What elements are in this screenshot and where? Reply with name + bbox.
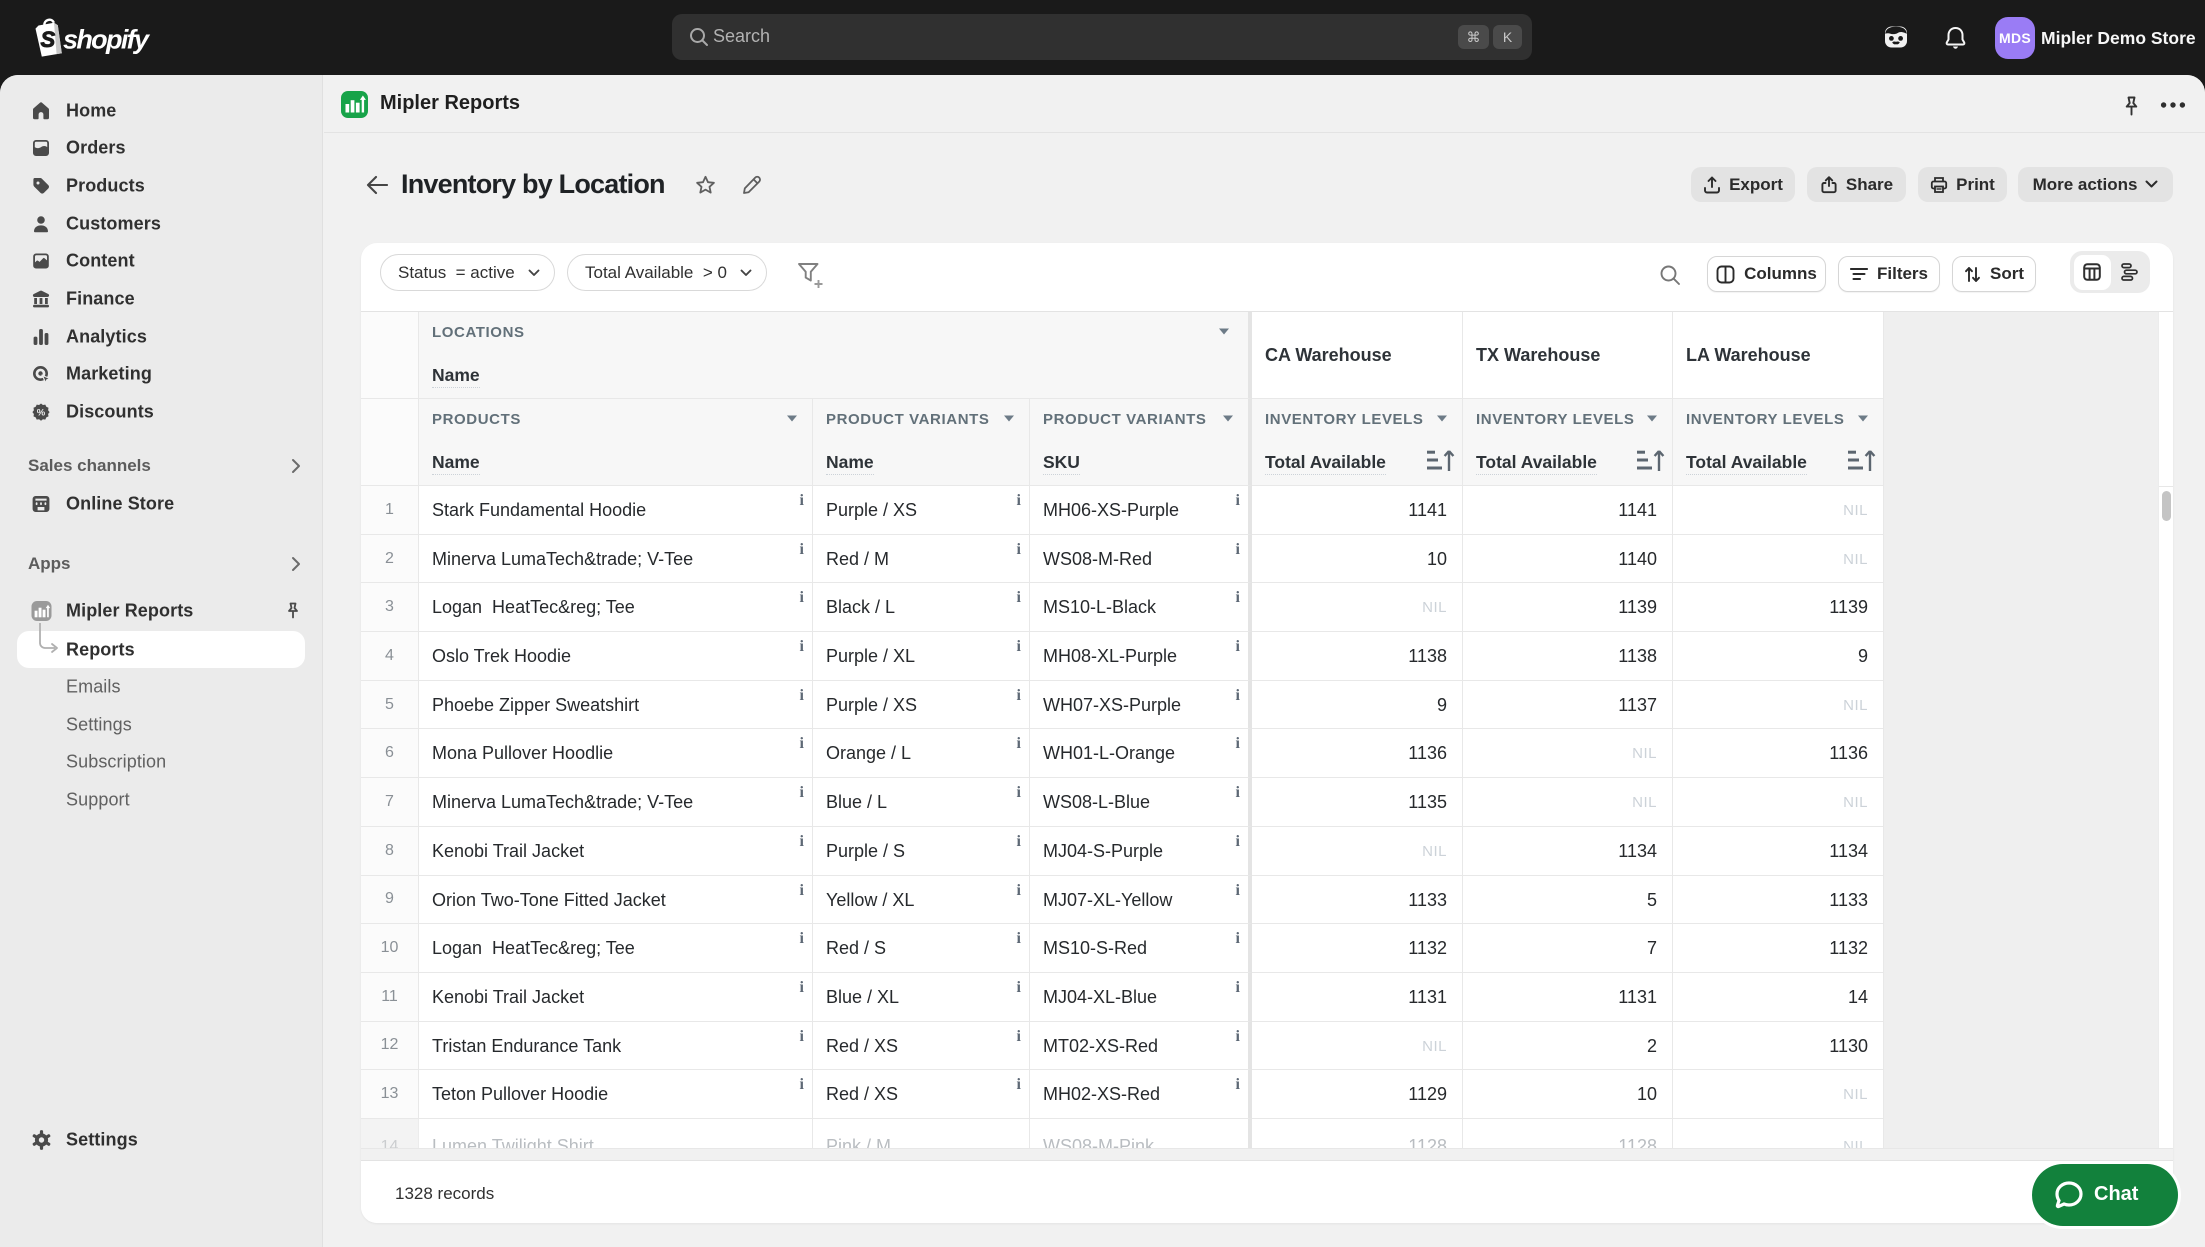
svg-text:shopify: shopify: [63, 25, 151, 55]
svg-text:S: S: [41, 27, 56, 52]
svg-text:%: %: [37, 407, 46, 418]
